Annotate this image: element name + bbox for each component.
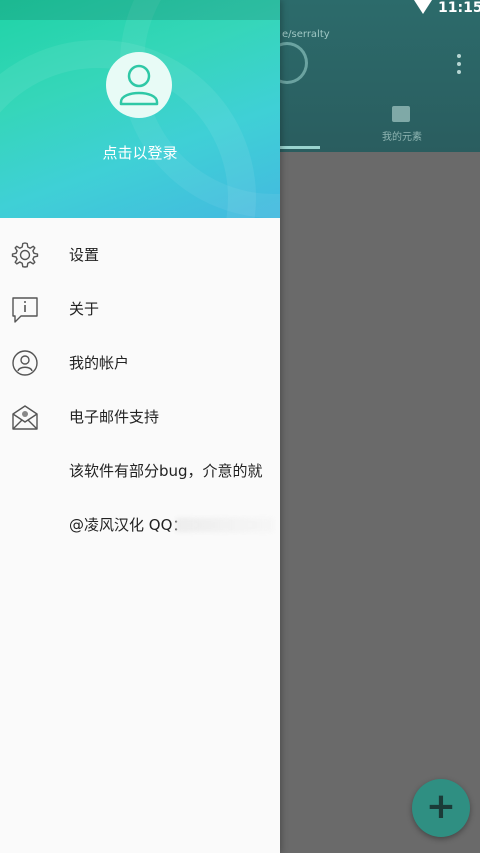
overflow-menu-icon[interactable] bbox=[452, 52, 466, 78]
screen: e/serralty 我的元素 11:15 + 点击以登录 设置 关于 我的帐户… bbox=[0, 0, 480, 853]
menu-item-settings[interactable]: 设置 bbox=[0, 228, 280, 280]
element-icon bbox=[392, 106, 410, 122]
redacted-qq-number bbox=[176, 518, 274, 532]
gear-icon bbox=[11, 242, 39, 268]
menu-label: 电子邮件支持 bbox=[69, 408, 160, 426]
menu-item-email-support[interactable]: 电子邮件支持 bbox=[0, 390, 280, 442]
app-title: e/serralty bbox=[282, 29, 330, 40]
menu-label: 该软件有部分bug，介意的就 bbox=[69, 462, 263, 480]
navigation-drawer: 点击以登录 设置 关于 我的帐户 电子邮件支持 该软件有部分bug，介意的就 @… bbox=[0, 0, 280, 853]
menu-label: 关于 bbox=[69, 300, 100, 318]
user-icon bbox=[119, 64, 159, 106]
drawer-header: 点击以登录 bbox=[0, 0, 280, 218]
menu-item-credit: @凌风汉化 QQ： bbox=[0, 498, 280, 550]
avatar[interactable] bbox=[106, 52, 172, 118]
tab-my-elements[interactable]: 我的元素 bbox=[368, 104, 436, 144]
menu-label: 设置 bbox=[69, 246, 100, 264]
tab-indicator bbox=[280, 146, 320, 149]
menu-item-my-account[interactable]: 我的帐户 bbox=[0, 336, 280, 388]
status-time: 11:15 bbox=[438, 0, 480, 16]
email-icon bbox=[12, 405, 38, 430]
add-button[interactable]: + bbox=[412, 779, 470, 837]
tab-label: 我的元素 bbox=[382, 132, 422, 143]
menu-item-notice: 该软件有部分bug，介意的就 bbox=[0, 444, 280, 496]
menu-label: @凌风汉化 QQ： bbox=[69, 516, 188, 534]
login-prompt[interactable]: 点击以登录 bbox=[40, 142, 240, 163]
account-icon bbox=[12, 350, 38, 376]
menu-item-about[interactable]: 关于 bbox=[0, 282, 280, 334]
header-status-strip bbox=[0, 0, 280, 20]
wifi-icon bbox=[414, 0, 432, 14]
menu-label: 我的帐户 bbox=[69, 354, 130, 372]
info-icon bbox=[12, 297, 38, 323]
plus-icon: + bbox=[425, 786, 457, 827]
